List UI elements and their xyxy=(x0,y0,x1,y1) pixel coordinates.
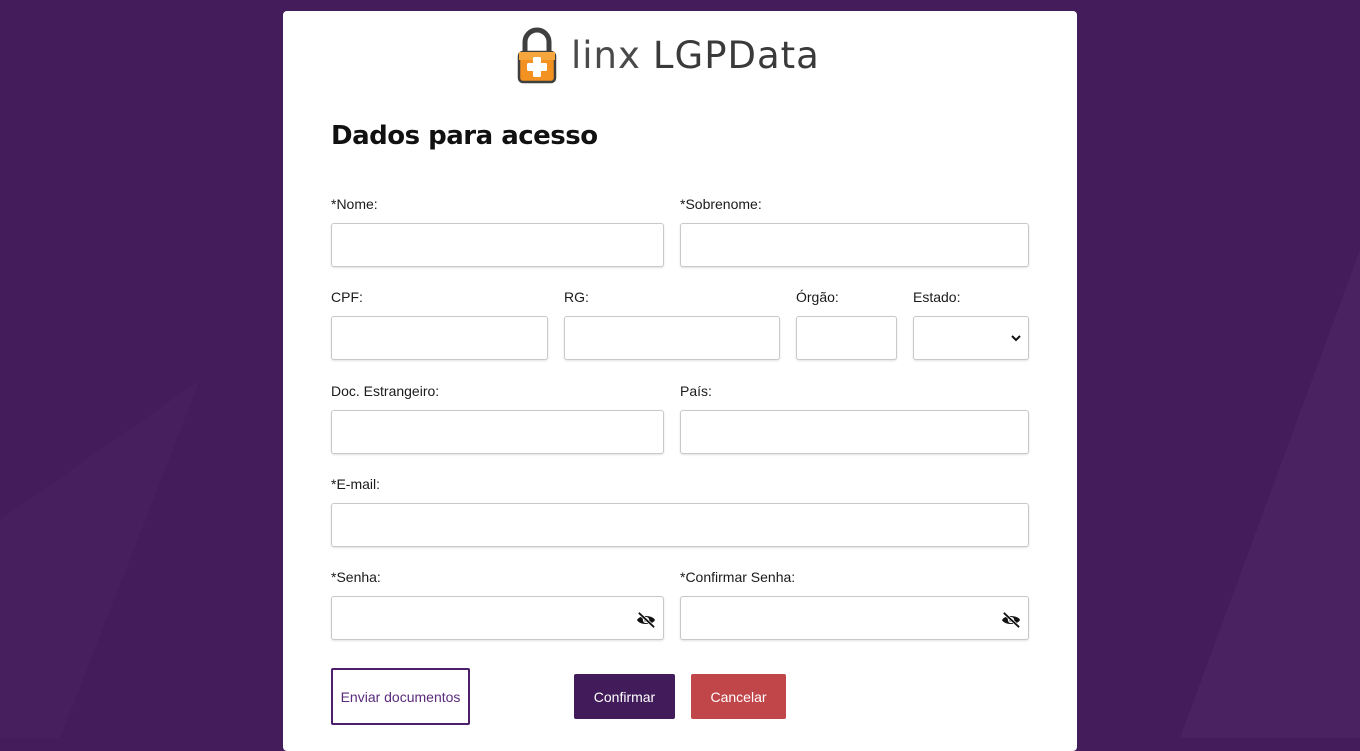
padlock-plus-icon xyxy=(517,27,557,84)
sobrenome-label: *Sobrenome: xyxy=(680,196,762,212)
email-label: *E-mail: xyxy=(331,476,381,492)
nome-input[interactable] xyxy=(331,223,664,267)
eye-slash-icon[interactable] xyxy=(1000,611,1022,629)
cancelar-button[interactable]: Cancelar xyxy=(691,674,786,719)
brand-logo: linx LGPData xyxy=(517,25,820,85)
senha-label: *Senha: xyxy=(331,569,381,585)
cpf-input[interactable] xyxy=(331,316,548,360)
rg-input[interactable] xyxy=(564,316,780,360)
email-input[interactable] xyxy=(331,503,1029,547)
orgao-input[interactable] xyxy=(796,316,897,360)
page-title: Dados para acesso xyxy=(331,121,598,151)
logo-text-linx: linx xyxy=(571,33,641,77)
estado-select[interactable] xyxy=(913,316,1029,360)
sobrenome-input[interactable] xyxy=(680,223,1029,267)
confirmar-button[interactable]: Confirmar xyxy=(574,674,675,719)
senha-input[interactable] xyxy=(331,596,664,640)
estado-label: Estado: xyxy=(913,289,961,305)
logo-text-product: LGPData xyxy=(652,33,820,77)
doc-estrangeiro-label: Doc. Estrangeiro: xyxy=(331,383,440,399)
confirmar-senha-input[interactable] xyxy=(680,596,1029,640)
rg-label: RG: xyxy=(564,289,589,305)
chevron-down-icon xyxy=(1011,335,1021,342)
cpf-label: CPF: xyxy=(331,289,363,305)
orgao-label: Órgão: xyxy=(796,289,839,305)
pais-label: País: xyxy=(680,383,712,399)
access-form-card: linx LGPData Dados para acesso *Nome: *So… xyxy=(283,11,1077,751)
confirmar-senha-label: *Confirmar Senha: xyxy=(680,569,796,585)
pais-input[interactable] xyxy=(680,410,1029,454)
enviar-documentos-button[interactable]: Enviar documentos xyxy=(331,668,470,725)
eye-slash-icon[interactable] xyxy=(635,611,657,629)
doc-estrangeiro-input[interactable] xyxy=(331,410,664,454)
nome-label: *Nome: xyxy=(331,196,378,212)
